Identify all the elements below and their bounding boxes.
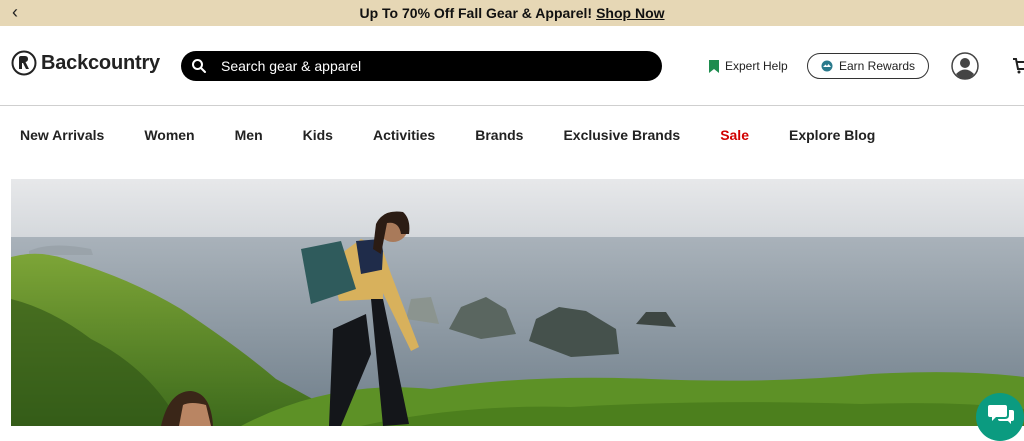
hero-photo [11,179,1024,426]
nav-activities[interactable]: Activities [373,127,435,143]
nav-sale[interactable]: Sale [720,127,749,143]
site-header: Backcountry Expert Help Earn Rewards [0,26,1024,106]
backcountry-logo-icon [11,50,37,76]
search-input[interactable] [221,58,641,74]
search-bar[interactable] [181,51,662,81]
hero-banner-image[interactable] [11,179,1024,426]
nav-explore-blog[interactable]: Explore Blog [789,127,875,143]
logo[interactable]: Backcountry [11,50,160,76]
search-icon [192,59,206,73]
nav-brands[interactable]: Brands [475,127,523,143]
user-icon[interactable] [951,52,979,80]
nav-men[interactable]: Men [235,127,263,143]
chat-button[interactable] [976,393,1024,441]
promo-banner: ‹ Up To 70% Off Fall Gear & Apparel! Sho… [0,0,1024,26]
chevron-left-icon[interactable]: ‹ [12,2,18,23]
bookmark-flag-icon [709,59,719,73]
earn-rewards-label: Earn Rewards [839,59,916,73]
nav-exclusive-brands[interactable]: Exclusive Brands [563,127,680,143]
logo-text: Backcountry [41,51,160,74]
chat-bubble-icon [988,405,1014,424]
main-nav: New Arrivals Women Men Kids Activities B… [0,106,1024,164]
promo-text: Up To 70% Off Fall Gear & Apparel! [359,5,593,21]
nav-women[interactable]: Women [144,127,194,143]
expert-help-label: Expert Help [725,59,788,73]
expert-help-link[interactable]: Expert Help [709,59,788,73]
rewards-badge-icon [821,60,833,72]
nav-kids[interactable]: Kids [303,127,333,143]
nav-new-arrivals[interactable]: New Arrivals [20,127,104,143]
shop-now-link[interactable]: Shop Now [596,5,664,21]
earn-rewards-button[interactable]: Earn Rewards [807,53,930,79]
cart-icon[interactable] [1012,57,1024,75]
